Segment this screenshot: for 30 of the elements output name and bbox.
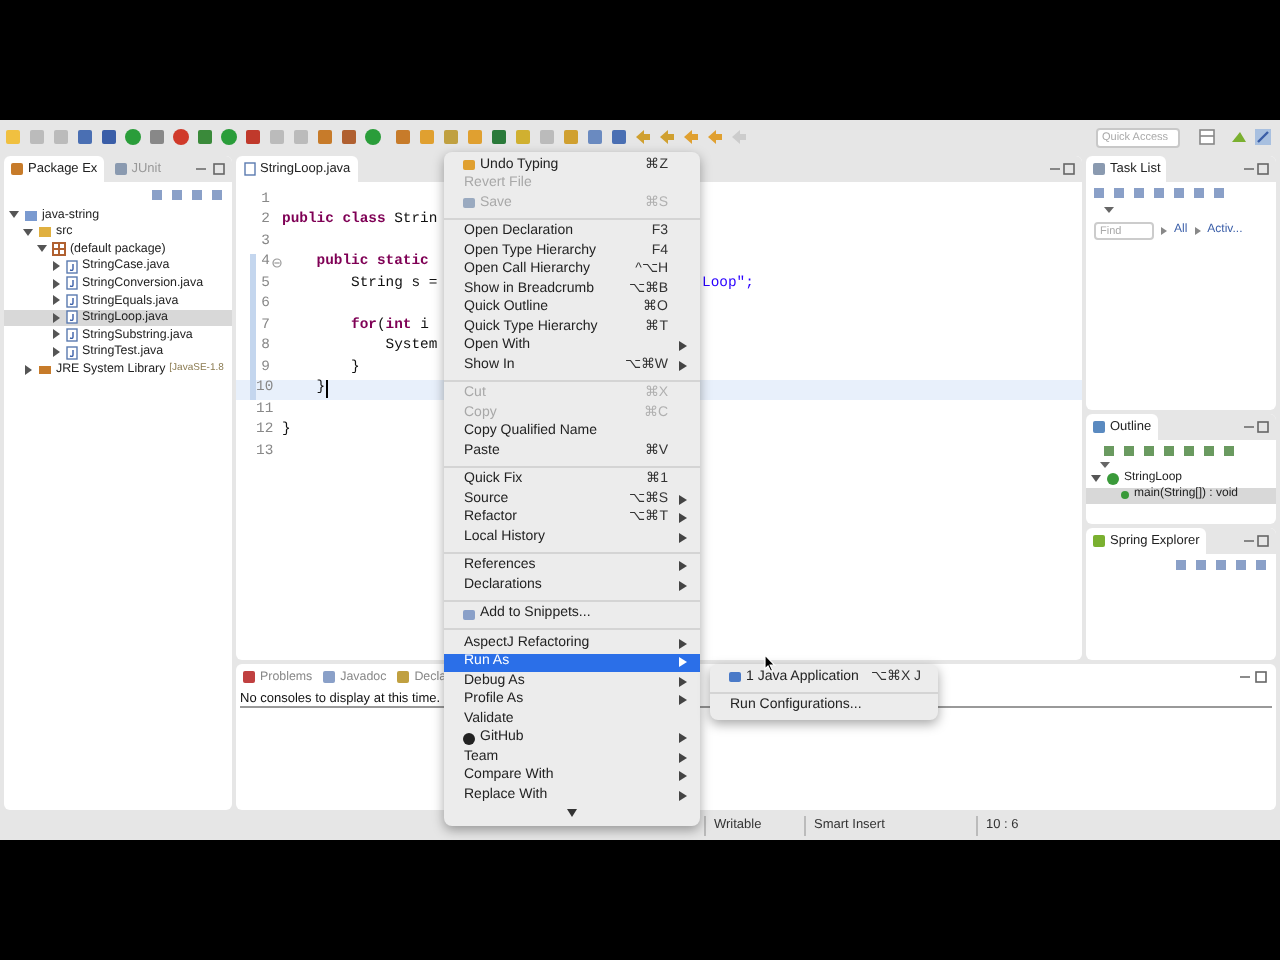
maximize-icon[interactable] xyxy=(212,162,226,176)
collapsed-arrow-icon[interactable] xyxy=(22,363,34,376)
perspective-icon[interactable] xyxy=(1198,128,1216,146)
minimize-icon[interactable] xyxy=(1242,534,1256,548)
minimize-icon[interactable] xyxy=(194,162,208,176)
method-icon xyxy=(1120,490,1130,501)
minimize-icon[interactable] xyxy=(1242,162,1256,176)
octocat-icon xyxy=(462,731,476,746)
library-icon xyxy=(38,362,52,377)
maximize-icon[interactable] xyxy=(1253,670,1268,684)
maximize-icon[interactable] xyxy=(1062,162,1076,176)
maximize-icon[interactable] xyxy=(1256,534,1270,548)
circle-icon[interactable] xyxy=(124,128,142,146)
arrow-icon xyxy=(1160,226,1168,236)
minimize-icon[interactable] xyxy=(1048,162,1062,176)
maximize-icon[interactable] xyxy=(1256,420,1270,434)
java-file-icon xyxy=(66,345,78,360)
square-icon[interactable] xyxy=(562,128,580,146)
class-icon xyxy=(1106,471,1120,486)
text-cursor xyxy=(325,380,328,399)
square-icon[interactable] xyxy=(586,128,604,146)
maximize-icon[interactable] xyxy=(1256,162,1270,176)
round-badge-icon[interactable] xyxy=(172,128,190,146)
fold-icon[interactable] xyxy=(271,258,281,269)
minimize-icon[interactable] xyxy=(1242,420,1256,434)
minimize-icon[interactable] xyxy=(1237,670,1252,684)
square-icon[interactable] xyxy=(610,128,628,146)
arrow-icon xyxy=(1193,226,1202,236)
expanded-arrow-icon[interactable] xyxy=(1090,472,1102,485)
java-file-icon xyxy=(244,162,256,176)
